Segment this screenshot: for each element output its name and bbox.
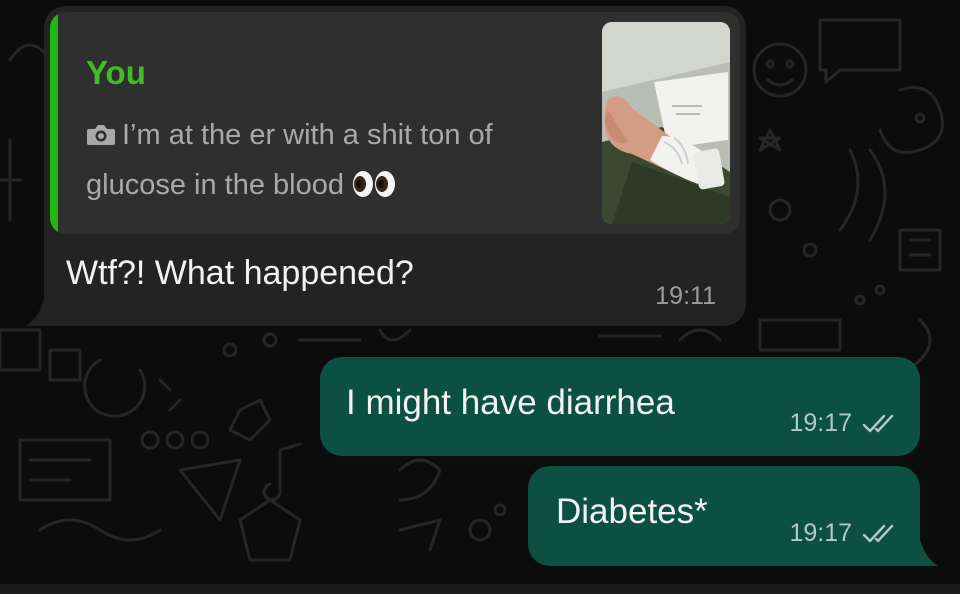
quote-text: I’m at the er with a shit ton of glucose…	[86, 119, 493, 201]
incoming-message-text: Wtf?! What happened?	[66, 254, 414, 292]
quote-accent-bar	[50, 12, 58, 234]
outgoing-message-bubble[interactable]: I might have diarrhea 19:17	[320, 357, 920, 456]
bottom-edge-bar	[0, 584, 960, 594]
outgoing-message-time: 19:17	[789, 519, 852, 547]
outgoing-message-meta: 19:17	[789, 519, 896, 548]
outgoing-message-text: I might have diarrhea	[346, 383, 675, 422]
outgoing-message-meta: 19:17	[789, 409, 896, 438]
chat-view: You I’m at the er with a shit ton of glu…	[0, 0, 960, 594]
incoming-message-time: 19:11	[655, 282, 716, 310]
camera-icon	[87, 125, 115, 145]
outgoing-message-time: 19:17	[789, 409, 852, 437]
eyes-emoji-icon	[352, 171, 395, 197]
quoted-message[interactable]: You I’m at the er with a shit ton of glu…	[50, 12, 740, 234]
double-check-icon	[862, 524, 894, 542]
double-check-icon	[862, 414, 894, 432]
photo-image	[602, 22, 730, 224]
outgoing-message-bubble[interactable]: Diabetes* 19:17	[528, 466, 920, 566]
quote-text-block: I’m at the er with a shit ton of glucose…	[86, 110, 586, 210]
outgoing-message-text: Diabetes*	[556, 492, 708, 531]
quoted-photo-thumbnail[interactable]	[602, 22, 730, 224]
quote-author: You	[86, 54, 146, 91]
incoming-message-bubble[interactable]: You I’m at the er with a shit ton of glu…	[44, 6, 746, 326]
